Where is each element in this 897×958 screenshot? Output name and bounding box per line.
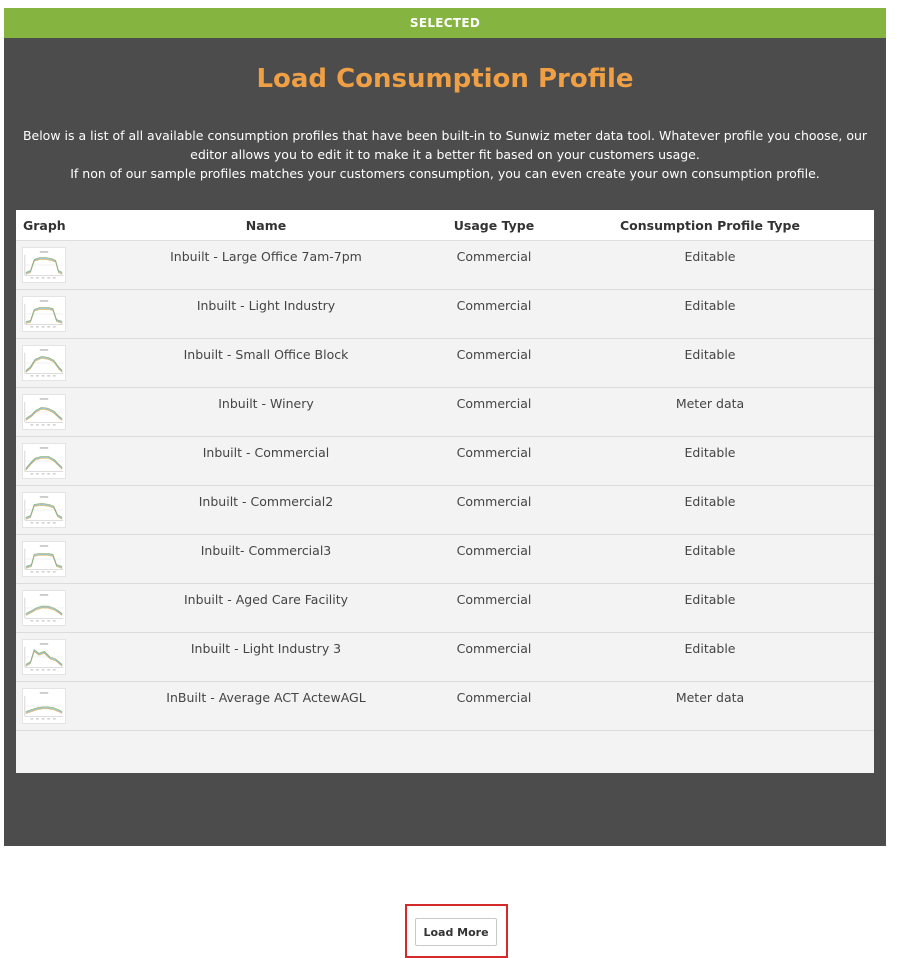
profile-name: Inbuilt - Light Industry — [196, 298, 336, 313]
intro-text: Below is a list of all available consump… — [20, 126, 870, 183]
usage-type: Commercial — [456, 396, 532, 411]
table-row[interactable]: Inbuilt - Winery Commercial Meter data — [16, 388, 874, 437]
header-usage-type: Usage Type — [453, 218, 535, 233]
usage-type: Commercial — [456, 445, 532, 460]
load-more-button[interactable]: Load More — [415, 918, 497, 946]
profile-name: Inbuilt - Commercial — [202, 445, 330, 460]
header-profile-type: Consumption Profile Type — [620, 218, 800, 233]
profile-type: Meter data — [675, 396, 745, 411]
table-row[interactable]: Inbuilt - Light Industry Commercial Editab… — [16, 290, 874, 339]
usage-type: Commercial — [456, 494, 532, 509]
profile-name: Inbuilt - Aged Care Facility — [183, 592, 349, 607]
usage-type: Commercial — [456, 347, 532, 362]
profile-type: Editable — [684, 249, 736, 264]
usage-type: Commercial — [456, 249, 532, 264]
profile-name: Inbuilt- Commercial3 — [200, 543, 332, 558]
page-title: Load Consumption Profile — [256, 64, 634, 94]
table-row[interactable]: Inbuilt - Light Industry 3 Commercial Edit… — [16, 633, 874, 682]
profile-type: Editable — [684, 641, 736, 656]
profile-name: InBuilt - Average ACT ActewAGL — [166, 690, 366, 705]
usage-type: Commercial — [456, 641, 532, 656]
table-row[interactable]: Inbuilt - Large Office 7am-7pm Commercial… — [16, 241, 874, 290]
profile-type: Meter data — [675, 690, 745, 705]
usage-type: Commercial — [456, 592, 532, 607]
graph-thumbnail-icon — [22, 541, 66, 577]
profile-panel: Load Consumption Profile Below is a list… — [4, 38, 886, 958]
intro-line-1: Below is a list of all available consump… — [22, 128, 868, 162]
graph-thumbnail-icon — [22, 590, 66, 626]
table-body: Inbuilt - Large Office 7am-7pm Commercial… — [16, 241, 874, 731]
profile-type: Editable — [684, 494, 736, 509]
profile-type: Editable — [684, 347, 736, 362]
graph-thumbnail-icon — [22, 688, 66, 724]
profile-name: Inbuilt - Light Industry 3 — [190, 641, 342, 656]
profiles-table: Graph Name Usage Type Consumption Profil… — [16, 210, 874, 958]
graph-thumbnail-icon — [22, 296, 66, 332]
profile-type: Editable — [684, 445, 736, 460]
table-row[interactable]: Inbuilt - Aged Care Facility Commercial Ed… — [16, 584, 874, 633]
profile-type: Editable — [684, 298, 736, 313]
usage-type: Commercial — [456, 543, 532, 558]
table-header: Graph Name Usage Type Consumption Profil… — [16, 210, 874, 241]
table-row[interactable]: Inbuilt - Commercial2 Commercial Editable — [16, 486, 874, 535]
table-row[interactable]: Inbuilt - Small Office Block Commercial Ed… — [16, 339, 874, 388]
profile-type: Editable — [684, 543, 736, 558]
selected-label: SELECTED — [409, 16, 481, 30]
header-graph: Graph — [23, 218, 66, 233]
header-name: Name — [245, 218, 287, 233]
profile-name: Inbuilt - Commercial2 — [198, 494, 334, 509]
usage-type: Commercial — [456, 298, 532, 313]
intro-line-2: If non of our sample profiles matches yo… — [70, 166, 820, 181]
graph-thumbnail-icon — [22, 345, 66, 381]
profile-type: Editable — [684, 592, 736, 607]
graph-thumbnail-icon — [22, 247, 66, 283]
selected-bar: SELECTED — [4, 8, 886, 38]
table-row[interactable]: InBuilt - Average ACT ActewAGL Commercial… — [16, 682, 874, 731]
profile-name: Inbuilt - Winery — [218, 396, 314, 411]
graph-thumbnail-icon — [22, 394, 66, 430]
table-row[interactable]: Inbuilt- Commercial3 Commercial Editable — [16, 535, 874, 584]
profile-name: Inbuilt - Large Office 7am-7pm — [170, 249, 362, 264]
profile-name: Inbuilt - Small Office Block — [183, 347, 349, 362]
table-row[interactable]: Inbuilt - Commercial Commercial Editable — [16, 437, 874, 486]
usage-type: Commercial — [456, 690, 532, 705]
graph-thumbnail-icon — [22, 639, 66, 675]
graph-thumbnail-icon — [22, 492, 66, 528]
graph-thumbnail-icon — [22, 443, 66, 479]
